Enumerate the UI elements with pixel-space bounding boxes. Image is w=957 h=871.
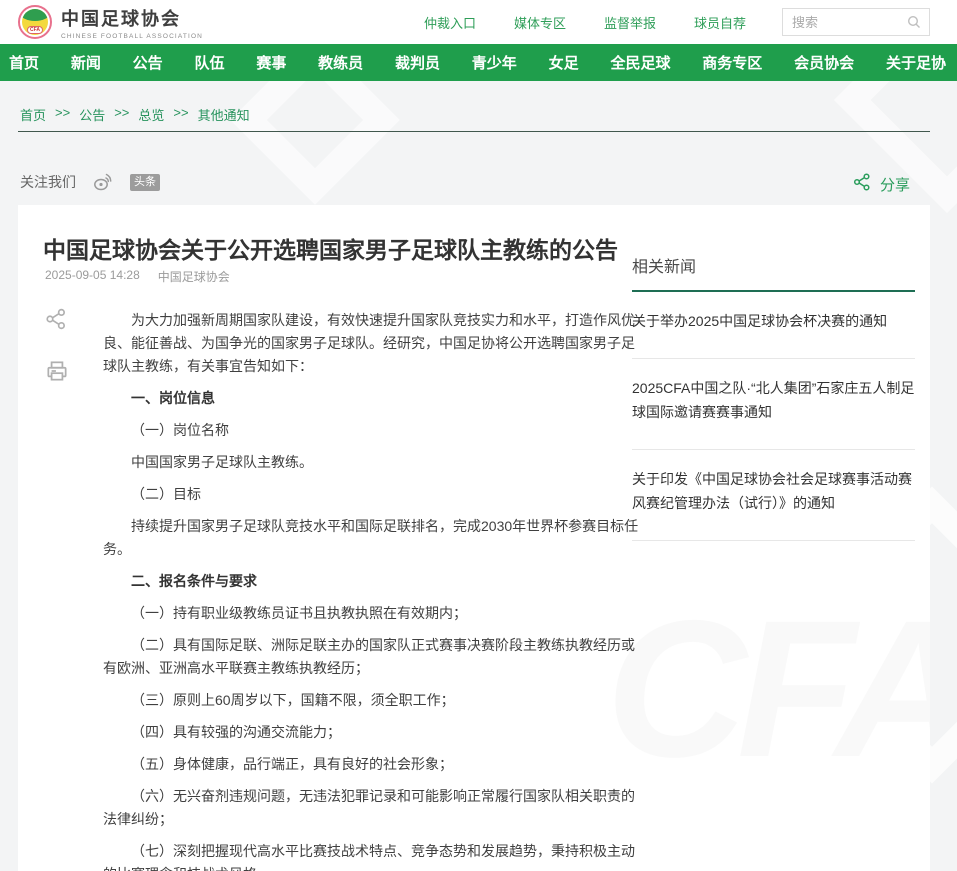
related-news-item[interactable]: 关于印发《中国足球协会社会足球赛事活动赛风赛纪管理办法（试行）》的通知 (632, 450, 915, 541)
breadcrumb-separator: >> (114, 105, 129, 124)
article-paragraph: （五）身体健康，品行端正，具有良好的社会形象； (103, 753, 640, 776)
article-paragraph: （一）岗位名称 (103, 419, 640, 442)
main-nav-item[interactable]: 教练员 (318, 52, 363, 73)
breadcrumb-separator: >> (55, 105, 70, 124)
top-nav-link[interactable]: 球员自荐 (694, 13, 746, 32)
top-nav-link[interactable]: 仲裁入口 (424, 13, 476, 32)
toutiao-badge-icon[interactable]: 头条 (130, 174, 160, 191)
search-input[interactable] (792, 15, 906, 30)
article-paragraph: （六）无兴奋剂违规问题，无违法犯罪记录和可能影响正常履行国家队相关职责的法律纠纷… (103, 785, 640, 831)
cfa-logo: CFA 中国足球协会 CHINESE FOOTBALL ASSOCIATION (18, 5, 203, 40)
article-paragraph: 二、报名条件与要求 (103, 570, 640, 593)
article-paragraph: （二）具有国际足联、洲际足联主办的国家队正式赛事决赛阶段主教练执教经历或有欧洲、… (103, 634, 640, 680)
breadcrumb: 首页 >> 公告 >> 总览 >> 其他通知 >> (20, 105, 250, 124)
main-nav-item[interactable]: 会员协会 (794, 52, 854, 73)
print-icon[interactable] (44, 358, 70, 384)
article-paragraph: （四）具有较强的沟通交流能力； (103, 721, 640, 744)
related-news-item[interactable]: 2025CFA中国之队·“北人集团”石家庄五人制足球国际邀请赛赛事通知 (632, 359, 915, 450)
related-news-list: 关于举办2025中国足球协会杯决赛的通知2025CFA中国之队·“北人集团”石家… (632, 292, 915, 541)
article-tools (44, 307, 70, 384)
top-nav-link[interactable]: 监督举报 (604, 13, 656, 32)
main-nav-item[interactable]: 赛事 (256, 52, 286, 73)
article-paragraph: （三）原则上60周岁以下，国籍不限，须全职工作； (103, 689, 640, 712)
breadcrumb-link[interactable]: 公告 (79, 105, 105, 124)
main-nav-item[interactable]: 关于足协 (886, 52, 946, 73)
main-nav-item[interactable]: 首页 (9, 52, 39, 73)
cfa-watermark: CFA (606, 577, 930, 801)
follow-us-row: 关注我们 头条 (20, 171, 160, 193)
related-news-item[interactable]: 关于举办2025中国足球协会杯决赛的通知 (632, 292, 915, 359)
related-news-title: 相关新闻 (632, 253, 915, 292)
share-icon (852, 172, 872, 197)
article-paragraph: 中国国家男子足球队主教练。 (103, 451, 640, 474)
main-nav-item[interactable]: 全民足球 (610, 52, 670, 73)
article-paragraph: （二）目标 (103, 483, 640, 506)
main-nav-item[interactable]: 商务专区 (702, 52, 762, 73)
share-button[interactable]: 分享 (852, 172, 910, 197)
article-paragraph: 一、岗位信息 (103, 387, 640, 410)
site-subtitle: CHINESE FOOTBALL ASSOCIATION (61, 33, 203, 40)
article-paragraph: （七）深刻把握现代高水平比赛技战术特点、竞争态势和发展趋势，秉持积极主动的比赛理… (103, 840, 640, 871)
breadcrumb-link[interactable]: 其他通知 (198, 105, 250, 124)
search-box[interactable] (782, 8, 930, 36)
breadcrumb-link[interactable]: 总览 (138, 105, 164, 124)
main-nav-item[interactable]: 公告 (133, 52, 163, 73)
top-links: 仲裁入口 媒体专区 监督举报 球员自荐 (424, 13, 746, 32)
main-nav-item[interactable]: 队伍 (194, 52, 224, 73)
main-nav-item[interactable]: 裁判员 (395, 52, 440, 73)
cfa-crest-icon: CFA (18, 5, 52, 39)
top-nav-link[interactable]: 媒体专区 (514, 13, 566, 32)
search-icon[interactable] (906, 14, 922, 30)
main-nav-item[interactable]: 新闻 (71, 52, 101, 73)
site-title: 中国足球协会 (61, 5, 203, 31)
cfa-crest-text: CFA (27, 26, 43, 34)
breadcrumb-link[interactable]: 首页 (20, 105, 46, 124)
breadcrumb-divider (18, 131, 930, 132)
content-card: CFA 中国足球协会关于公开选聘国家男子足球队主教练的公告 2025-09-05… (18, 205, 930, 871)
article-paragraph: 持续提升国家男子足球队竞技水平和国际足联排名，完成2030年世界杯参赛目标任务。 (103, 515, 640, 561)
main-nav-item[interactable]: 女足 (549, 52, 579, 73)
share-label: 分享 (880, 174, 910, 195)
breadcrumb-separator: >> (173, 105, 188, 124)
main-nav: 首页 新闻 公告 队伍 赛事 教练员 裁判员 青少年 女足 全民足球 商务专区 会员协会 关于足协 (0, 44, 957, 81)
article-paragraph: （一）持有职业级教练员证书且执教执照在有效期内； (103, 602, 640, 625)
article-meta: 2025-09-05 14:28 中国足球协会 (45, 268, 230, 285)
article-title: 中国足球协会关于公开选聘国家男子足球队主教练的公告 (43, 231, 643, 265)
article-body: 为大力加强新周期国家队建设，有效快速提升国家队竞技实力和水平，打造作风优良、能征… (103, 309, 640, 871)
article-date: 2025-09-05 14:28 (45, 268, 140, 285)
article-paragraph: 为大力加强新周期国家队建设，有效快速提升国家队竞技实力和水平，打造作风优良、能征… (103, 309, 640, 378)
article-source: 中国足球协会 (158, 268, 230, 285)
top-header: CFA 中国足球协会 CHINESE FOOTBALL ASSOCIATION … (0, 0, 957, 44)
follow-us-label: 关注我们 (20, 172, 76, 192)
main-nav-item[interactable]: 青少年 (472, 52, 517, 73)
article-share-icon[interactable] (44, 307, 70, 331)
related-news-sidebar: 相关新闻 关于举办2025中国足球协会杯决赛的通知2025CFA中国之队·“北人… (632, 253, 915, 541)
weibo-icon[interactable] (92, 171, 114, 193)
